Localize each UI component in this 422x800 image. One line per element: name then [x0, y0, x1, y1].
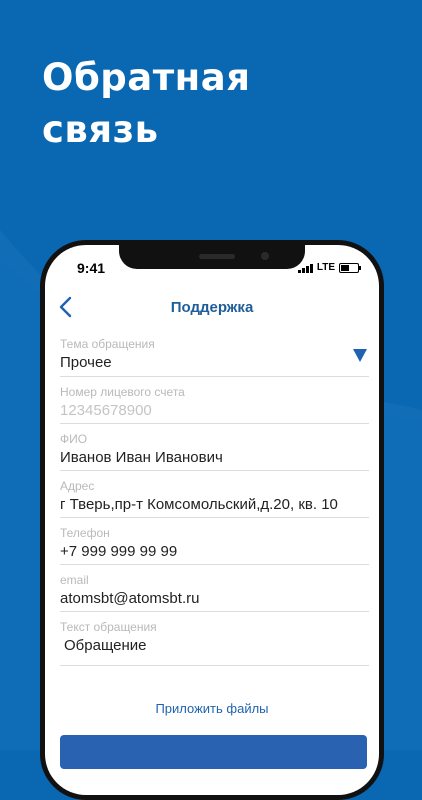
email-value: atomsbt@atomsbt.ru: [60, 590, 200, 607]
topic-select[interactable]: Тема обращения Прочее: [60, 337, 369, 377]
name-field[interactable]: ФИО Иванов Иван Иванович: [60, 432, 369, 471]
screen-title: Поддержка: [170, 299, 254, 316]
account-label: Номер лицевого счета: [60, 385, 185, 399]
camera-dot: [261, 252, 269, 260]
email-field[interactable]: email atomsbt@atomsbt.ru: [60, 573, 369, 612]
phone-label: Телефон: [60, 526, 110, 540]
submit-button[interactable]: [60, 735, 367, 769]
name-label: ФИО: [60, 432, 88, 446]
phone-field[interactable]: Телефон +7 999 999 99 99: [60, 526, 369, 565]
phone-value: +7 999 999 99 99: [60, 543, 178, 560]
network-type: LTE: [316, 262, 335, 273]
phone-frame: 9:41 LTE Поддержка Тема обращения Прочее…: [40, 240, 384, 800]
address-label: Адрес: [60, 479, 95, 493]
message-label: Текст обращения: [60, 620, 157, 634]
name-value: Иванов Иван Иванович: [60, 449, 223, 466]
battery-icon: [339, 262, 361, 273]
phone-screen: 9:41 LTE Поддержка Тема обращения Прочее…: [45, 245, 379, 795]
message-field[interactable]: Текст обращения Обращение: [60, 620, 369, 666]
topic-value: Прочее: [60, 354, 112, 371]
status-indicators: LTE: [297, 262, 361, 273]
triangle-down-icon[interactable]: [353, 349, 367, 362]
support-form: Тема обращения Прочее Номер лицевого сче…: [60, 337, 369, 666]
attach-files-link[interactable]: Приложить файлы: [45, 701, 379, 716]
email-label: email: [60, 573, 89, 587]
promo-headline: Обратная связь: [42, 52, 250, 156]
speaker-grille: [199, 254, 235, 259]
signal-icon: [297, 263, 313, 273]
status-time: 9:41: [77, 260, 106, 276]
headline-line-1: Обратная: [42, 56, 251, 99]
account-field[interactable]: Номер лицевого счета 12345678900: [60, 385, 369, 424]
address-field[interactable]: Адрес г Тверь,пр-т Комсомольский,д.20, к…: [60, 479, 369, 518]
headline-line-2: связь: [42, 108, 159, 151]
address-value: г Тверь,пр-т Комсомольский,д.20, кв. 10: [60, 496, 338, 513]
topic-label: Тема обращения: [60, 337, 155, 351]
message-value: Обращение: [64, 637, 147, 654]
phone-notch: [119, 245, 305, 269]
account-placeholder: 12345678900: [60, 402, 152, 419]
